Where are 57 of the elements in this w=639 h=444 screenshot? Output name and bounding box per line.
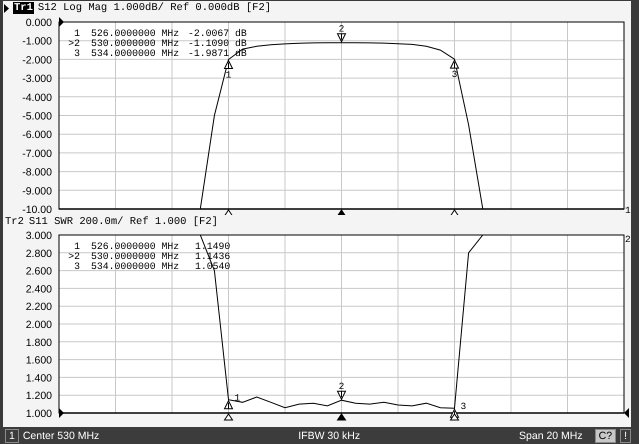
- axis-label: 3.000: [26, 230, 52, 242]
- trace-title: S12 Log Mag 1.000dB/ Ref 0.000dB [F2]: [38, 2, 272, 14]
- axis-label: 1.400: [26, 372, 52, 384]
- marker-number: 1: [74, 241, 80, 252]
- trace-number: 2: [625, 234, 631, 245]
- status-indicator[interactable]: !: [620, 428, 631, 442]
- marker-label: 1: [226, 70, 232, 81]
- marker-number: 3: [74, 261, 80, 272]
- axis-label: 2.000: [26, 319, 52, 331]
- axis-label: -4.000: [22, 92, 52, 104]
- axis-label: 2.800: [26, 248, 52, 260]
- axis-label: -6.000: [22, 129, 52, 142]
- active-arrow-icon: [4, 4, 9, 12]
- status-indicator[interactable]: C?: [594, 428, 616, 442]
- marker-frequency: 530.0000000 MHz: [91, 251, 180, 262]
- axis-label: -7.000: [22, 148, 52, 160]
- axis-label: -8.000: [22, 166, 52, 179]
- axis-label: 1.200: [26, 390, 52, 402]
- axis-label: 0.000: [26, 17, 52, 29]
- marker-number: >2: [68, 251, 80, 262]
- trace-label[interactable]: Tr2: [4, 216, 25, 228]
- marker-value: -1.9871 dB: [188, 48, 247, 59]
- frequency-span: Span 20 MHz: [519, 430, 583, 442]
- marker-value: -2.0067 dB: [188, 28, 247, 39]
- marker-value: -1.1090 dB: [188, 38, 247, 49]
- axis-label: -5.000: [22, 110, 52, 122]
- axis-label: 2.400: [26, 283, 52, 296]
- axis-label: 2.200: [26, 301, 52, 314]
- axis-label: 2.600: [26, 266, 52, 278]
- marker-number: 3: [74, 48, 80, 59]
- channel-number[interactable]: 1: [5, 428, 19, 442]
- axis-label: 1.800: [26, 336, 52, 349]
- marker-label: 3: [452, 69, 458, 80]
- reference-arrow-icon: [59, 17, 64, 27]
- marker-label: 3: [460, 401, 466, 412]
- marker-label: 1: [234, 392, 240, 404]
- axis-label: -10.00: [22, 204, 52, 215]
- marker-label: 2: [338, 24, 344, 35]
- trace-title: S11 SWR 200.0m/ Ref 1.000 [F2]: [28, 216, 218, 228]
- axis-label: -9.000: [22, 185, 52, 198]
- axis-label: -1.000: [22, 36, 52, 48]
- trace-number: 1: [625, 205, 631, 215]
- axis-label: -2.000: [22, 54, 52, 66]
- center-frequency: Center 530 MHz: [22, 430, 100, 442]
- marker-number: >2: [68, 38, 80, 49]
- axis-label: -3.000: [22, 73, 52, 86]
- marker-frequency: 530.0000000 MHz: [91, 38, 180, 49]
- axis-label: 1.600: [26, 354, 52, 367]
- trace-label[interactable]: Tr1: [13, 2, 34, 14]
- marker-label: 2: [338, 381, 344, 392]
- marker-frequency: 534.0000000 MHz: [91, 48, 180, 59]
- marker-frequency: 534.0000000 MHz: [91, 261, 180, 272]
- if-bandwidth: IFBW 30 kHz: [298, 430, 360, 442]
- axis-label: 1.000: [26, 408, 52, 420]
- marker-number: 1: [74, 28, 80, 39]
- marker-frequency: 526.0000000 MHz: [91, 28, 180, 39]
- marker-frequency: 526.0000000 MHz: [91, 241, 180, 252]
